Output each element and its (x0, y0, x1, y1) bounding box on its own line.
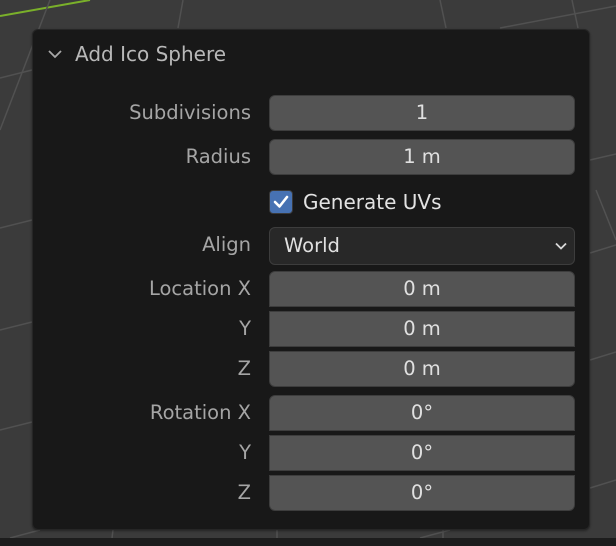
rotation-z-label: Z (237, 481, 251, 504)
grid-line (0, 69, 33, 79)
grid-line (439, 0, 447, 29)
location-x-row: Location X 0 m (33, 271, 591, 307)
checkmark-icon (273, 195, 289, 208)
grid-line (419, 529, 451, 538)
generate-uvs-checkbox[interactable]: Generate UVs (269, 186, 442, 218)
checkbox-box[interactable] (269, 190, 293, 214)
panel-header[interactable]: Add Ico Sphere (47, 40, 226, 68)
location-x-field[interactable]: 0 m (269, 271, 575, 307)
grid-line (589, 351, 616, 361)
rotation-y-label: Y (239, 441, 251, 464)
subdivisions-row: Subdivisions 1 (33, 95, 591, 131)
grid-line (0, 421, 33, 431)
status-bar (0, 538, 616, 546)
rotation-y-row: Y 0° (33, 435, 591, 471)
radius-label: Radius (185, 145, 251, 168)
align-row: Align World (33, 227, 591, 265)
grid-line (589, 244, 616, 254)
panel-title: Add Ico Sphere (75, 42, 227, 66)
location-z-row: Z 0 m (33, 351, 591, 387)
location-y-row: Y 0 m (33, 311, 591, 347)
grid-line (9, 529, 41, 538)
rotation-z-row: Z 0° (33, 475, 591, 511)
location-y-field[interactable]: 0 m (269, 311, 575, 347)
align-dropdown[interactable]: World (269, 227, 575, 265)
rotation-x-field[interactable]: 0° (269, 395, 575, 431)
grid-line (499, 5, 616, 29)
grid-line (111, 529, 114, 538)
grid-line (589, 479, 616, 489)
grid-line (0, 321, 33, 331)
operator-panel: Add Ico Sphere Subdivisions 1 Radius 1 m… (32, 29, 590, 530)
subdivisions-field[interactable]: 1 (269, 95, 575, 131)
align-label: Align (202, 233, 251, 256)
subdivisions-label: Subdivisions (129, 101, 251, 124)
rotation-z-field[interactable]: 0° (269, 475, 575, 511)
location-z-field[interactable]: 0 m (269, 351, 575, 387)
align-value: World (284, 234, 340, 257)
grid-line (595, 189, 616, 241)
location-z-label: Z (237, 357, 251, 380)
radius-field[interactable]: 1 m (269, 139, 575, 175)
radius-row: Radius 1 m (33, 139, 591, 175)
grid-line (589, 153, 616, 161)
rotation-x-label: Rotation X (149, 401, 251, 424)
rotation-x-row: Rotation X 0° (33, 395, 591, 431)
location-x-label: Location X (148, 277, 251, 300)
grid-line (177, 0, 184, 29)
rotation-y-field[interactable]: 0° (269, 435, 575, 471)
generate-uvs-label: Generate UVs (303, 190, 442, 214)
grid-line (0, 219, 33, 229)
chevron-down-icon (555, 242, 567, 250)
location-y-label: Y (239, 317, 251, 340)
chevron-down-icon (48, 50, 62, 59)
